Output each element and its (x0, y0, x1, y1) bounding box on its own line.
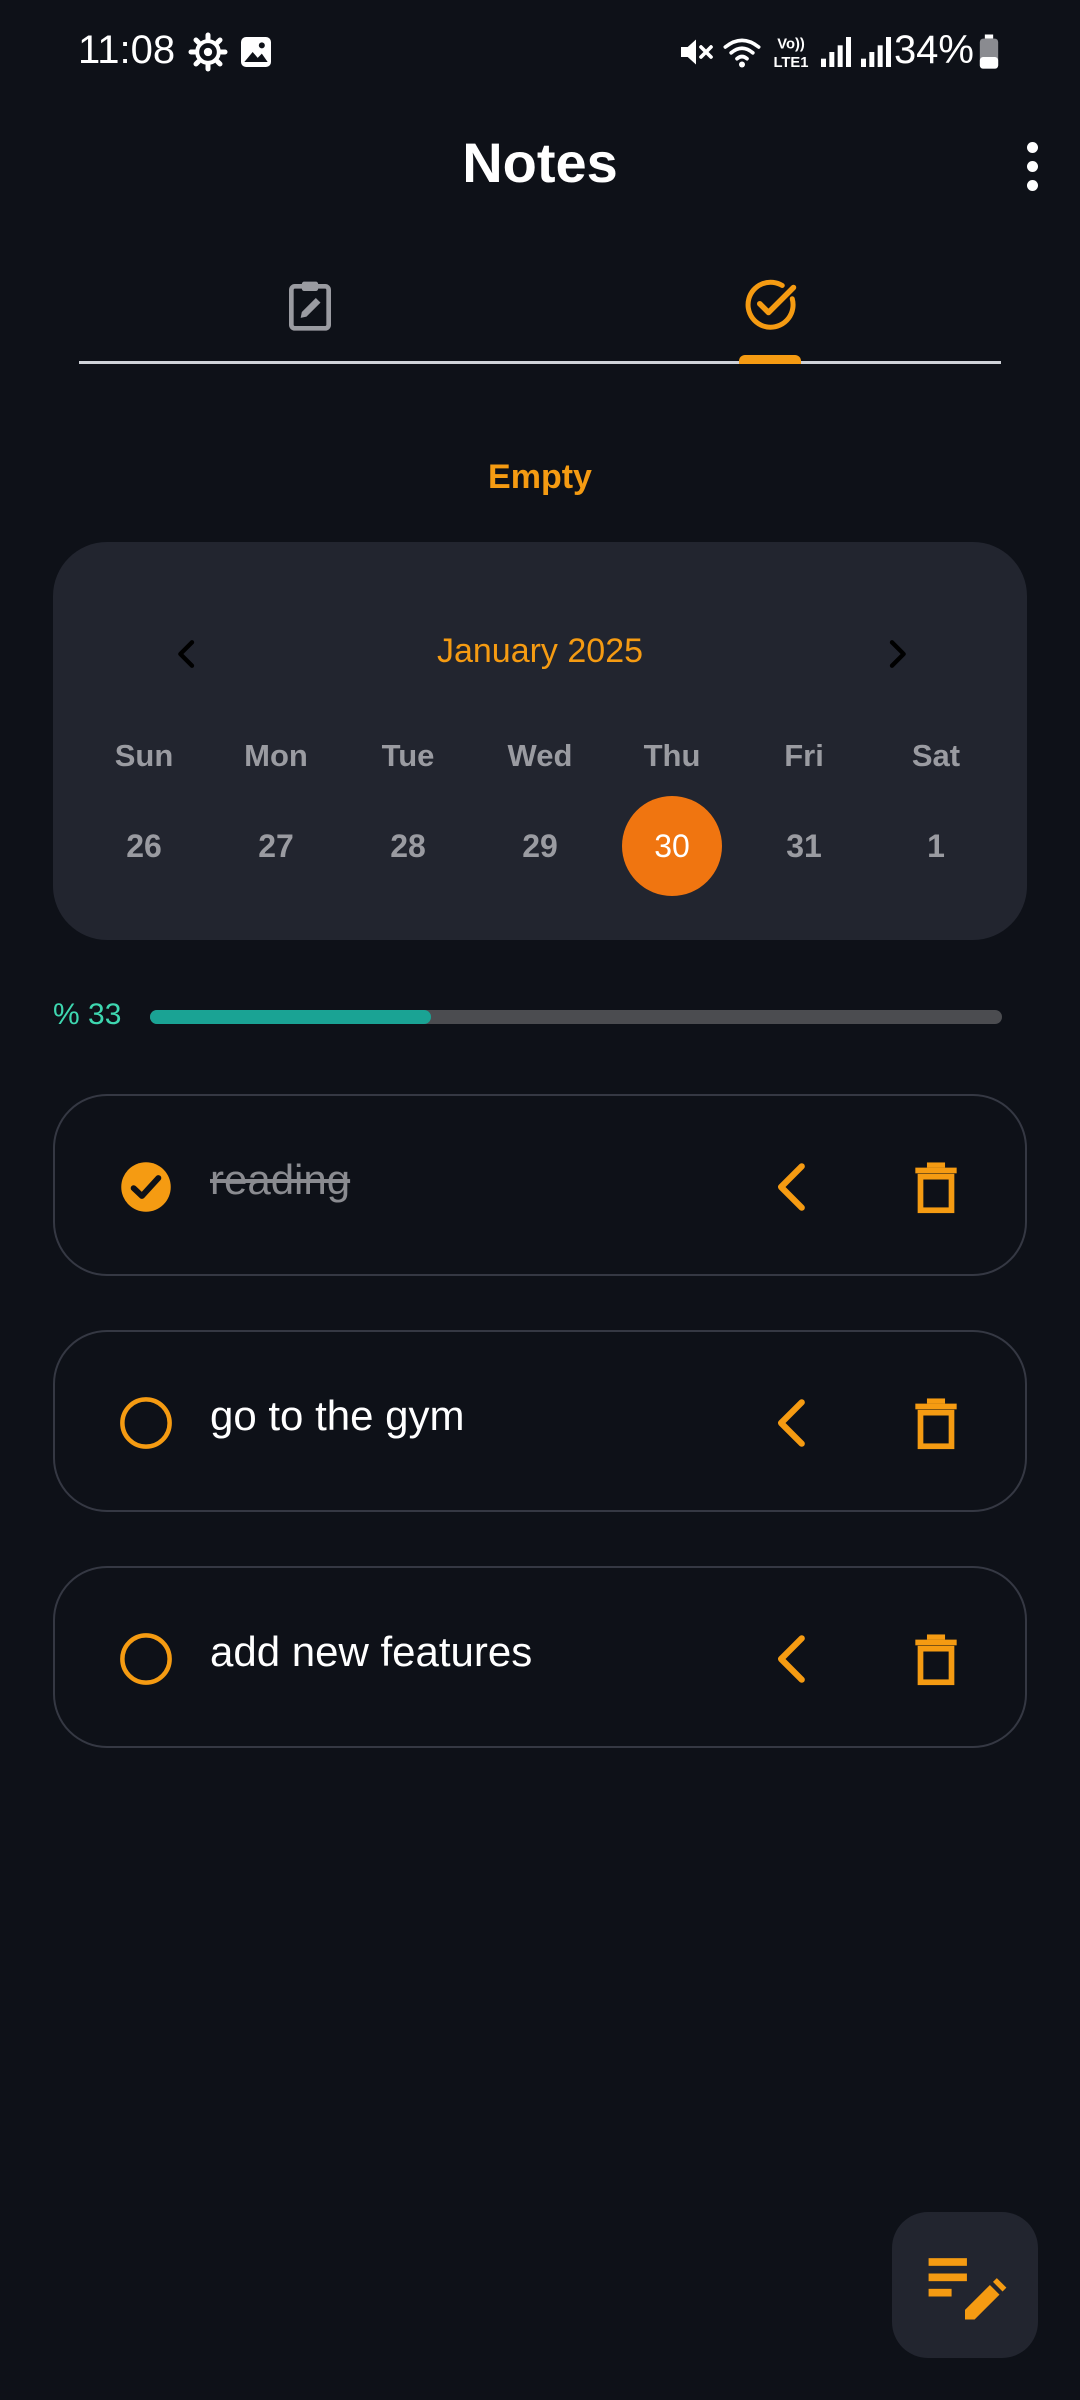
battery-percent: 34% (893, 28, 974, 72)
clipboard-edit-icon (288, 281, 331, 331)
chevron-left-icon[interactable] (763, 1156, 825, 1218)
next-week-button[interactable] (867, 624, 927, 684)
calendar-day[interactable]: 29 (490, 796, 590, 896)
calendar-day[interactable]: 31 (754, 796, 854, 896)
mute-icon (681, 39, 713, 65)
task-text: add new features (210, 1628, 533, 1675)
chevron-right-icon (889, 640, 906, 668)
calendar-day[interactable]: 1 (886, 796, 986, 896)
task-item[interactable]: reading (53, 1094, 1027, 1276)
chevron-left-icon[interactable] (763, 1628, 825, 1690)
tab-indicator (739, 355, 801, 364)
progress-fill (150, 1010, 432, 1024)
task-text: reading (210, 1156, 351, 1203)
tab-divider (79, 361, 1001, 364)
checked-circle-icon[interactable] (119, 1160, 173, 1214)
calendar-day[interactable]: 26 (94, 796, 194, 896)
page-title: Notes (462, 131, 618, 194)
svg-text:Vo)): Vo)) (777, 37, 805, 53)
unchecked-circle-icon[interactable] (119, 1632, 173, 1686)
tab-bar (79, 250, 1001, 364)
battery-icon (979, 34, 999, 69)
volte-icon: Vo)) LTE1 (773, 37, 808, 71)
weekday-label: Mon (244, 738, 308, 773)
calendar-day-selected[interactable]: 30 (622, 796, 722, 896)
status-bar: 11:08 Vo)) LTE1 34% (0, 0, 1080, 110)
weekday-label: Wed (507, 738, 573, 773)
more-options-button[interactable] (1004, 138, 1060, 194)
weekday-label: Sat (911, 738, 961, 773)
task-text: go to the gym (210, 1392, 465, 1439)
weekday-label: Fri (784, 738, 824, 773)
week-calendar: January 2025 Sun Mon Tue Wed Thu Fri Sat… (53, 542, 1027, 940)
status-time: 11:08 (78, 28, 176, 72)
wifi-icon (723, 38, 761, 68)
empty-label: Empty (488, 458, 592, 496)
signal-icon (861, 37, 891, 67)
weekday-label: Thu (643, 738, 701, 773)
progress-percent: % 33 (53, 998, 122, 1031)
gallery-icon (241, 37, 271, 67)
edit-note-icon (928, 2258, 1007, 2320)
signal-icon (821, 37, 851, 67)
weekday-label: Tue (381, 738, 435, 773)
task-item[interactable]: add new features (53, 1566, 1027, 1748)
tab-tasks[interactable] (540, 250, 1001, 360)
weekday-label: Sun (114, 738, 174, 773)
task-item[interactable]: go to the gym (53, 1330, 1027, 1512)
unchecked-circle-icon[interactable] (119, 1396, 173, 1450)
delete-icon[interactable] (905, 1392, 967, 1454)
chevron-left-icon[interactable] (763, 1392, 825, 1454)
svg-text:LTE1: LTE1 (773, 55, 808, 71)
delete-icon[interactable] (905, 1628, 967, 1690)
calendar-day[interactable]: 27 (226, 796, 326, 896)
more-vert-icon (1026, 141, 1038, 153)
check-circle-icon (745, 279, 796, 330)
add-note-fab[interactable] (892, 2212, 1038, 2358)
tab-notes[interactable] (79, 250, 540, 360)
settings-icon (188, 32, 228, 72)
calendar-day[interactable]: 28 (358, 796, 458, 896)
progress-bar (150, 1010, 1002, 1024)
delete-icon[interactable] (905, 1156, 967, 1218)
